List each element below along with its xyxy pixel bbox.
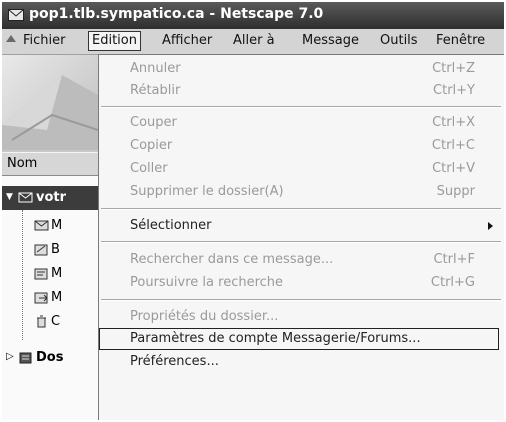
window-title: pop1.tlb.sympatico.ca - Netscape 7.0 <box>29 6 324 22</box>
expand-toggle-icon[interactable]: ▼ <box>6 192 13 202</box>
menu-item-poursuivre-recherche[interactable]: Poursuivre la recherche Ctrl+G <box>99 272 504 294</box>
menu-item-preferences[interactable]: Préférences... <box>99 351 504 373</box>
expand-toggle-icon[interactable]: ▷ <box>6 351 14 362</box>
menu-outils[interactable]: Outils <box>377 32 421 50</box>
account-label: votr <box>36 190 67 205</box>
menu-item-supprimer-dossier[interactable]: Supprimer le dossier(A) Suppr <box>99 181 504 203</box>
menu-fenetre[interactable]: Fenêtre <box>433 32 488 50</box>
submenu-arrow-icon <box>488 222 493 230</box>
menu-separator <box>101 208 501 210</box>
tree-row-account[interactable]: ▼ votr <box>2 186 98 210</box>
tree-row-local-folders[interactable]: ▷ Dos <box>2 346 98 370</box>
folder-label: C <box>51 314 61 329</box>
folder-label: M <box>51 218 63 233</box>
column-header-label: Nom <box>7 156 38 171</box>
tree-row-folder[interactable]: M <box>2 214 98 238</box>
netscape-window: pop1.tlb.sympatico.ca - Netscape 7.0 Fic… <box>2 2 504 420</box>
menu-item-rechercher[interactable]: Rechercher dans ce message... Ctrl+F <box>99 249 504 271</box>
local-folders-icon <box>19 352 32 364</box>
local-folders-label: Dos <box>36 350 64 365</box>
title-bar[interactable]: pop1.tlb.sympatico.ca - Netscape 7.0 <box>2 2 504 29</box>
menu-item-annuler[interactable]: Annuler Ctrl+Z <box>99 58 504 80</box>
menu-message[interactable]: Message <box>299 32 362 50</box>
menu-separator <box>101 106 501 108</box>
toolbar-grip-icon[interactable] <box>6 35 16 42</box>
drafts-icon <box>34 244 48 256</box>
folder-label: B <box>51 242 60 257</box>
menu-afficher[interactable]: Afficher <box>159 32 215 50</box>
sent-icon <box>34 292 48 304</box>
menu-item-parametres-compte[interactable]: Paramètres de compte Messagerie/Forums..… <box>99 328 499 350</box>
mail-toolbar-envelope-icon <box>2 75 98 150</box>
inbox-icon <box>34 220 49 231</box>
menu-item-retablir[interactable]: Rétablir Ctrl+Y <box>99 80 504 102</box>
menu-separator <box>101 241 501 243</box>
menu-edition[interactable]: Edition <box>88 31 141 51</box>
mail-account-icon <box>18 192 33 203</box>
trash-icon <box>37 315 46 328</box>
templates-icon <box>34 268 48 280</box>
mail-envelope-icon <box>8 9 24 21</box>
menu-item-coller[interactable]: Coller Ctrl+V <box>99 158 504 180</box>
menu-bar: Fichier Edition Afficher Aller à Message… <box>2 29 504 55</box>
folder-tree: ▼ votr M B M M C ▷ Dos <box>2 176 98 420</box>
menu-item-selectionner[interactable]: Sélectionner <box>99 215 504 237</box>
menu-item-copier[interactable]: Copier Ctrl+C <box>99 135 504 157</box>
folder-label: M <box>51 290 63 305</box>
menu-aller-a[interactable]: Aller à <box>230 32 278 50</box>
edition-menu-dropdown: Annuler Ctrl+Z Rétablir Ctrl+Y Couper Ct… <box>98 54 504 420</box>
tree-row-folder[interactable]: B <box>2 238 98 262</box>
mail-toolbar <box>2 55 98 150</box>
folder-label: M <box>51 266 63 281</box>
tree-row-folder[interactable]: C <box>2 310 98 334</box>
tree-row-folder[interactable]: M <box>2 262 98 286</box>
menu-item-proprietes-dossier[interactable]: Propriétés du dossier... <box>99 306 504 328</box>
tree-row-folder[interactable]: M <box>2 286 98 310</box>
menu-separator <box>101 299 501 301</box>
folder-column-header[interactable]: Nom <box>2 152 98 176</box>
menu-item-couper[interactable]: Couper Ctrl+X <box>99 112 504 134</box>
menu-fichier[interactable]: Fichier <box>20 32 69 50</box>
